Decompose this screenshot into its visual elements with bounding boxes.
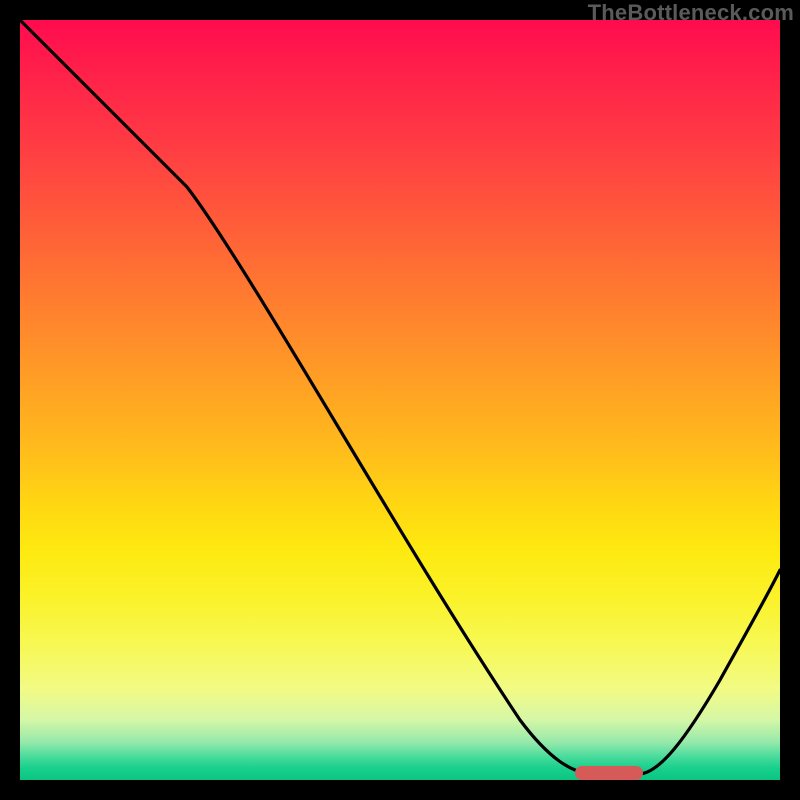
chart-frame: TheBottleneck.com (0, 0, 800, 800)
watermark-text: TheBottleneck.com (588, 0, 794, 26)
optimal-range-marker (575, 766, 643, 780)
plot-area (20, 20, 780, 780)
bottleneck-curve (20, 20, 780, 774)
plot-svg (20, 20, 780, 780)
